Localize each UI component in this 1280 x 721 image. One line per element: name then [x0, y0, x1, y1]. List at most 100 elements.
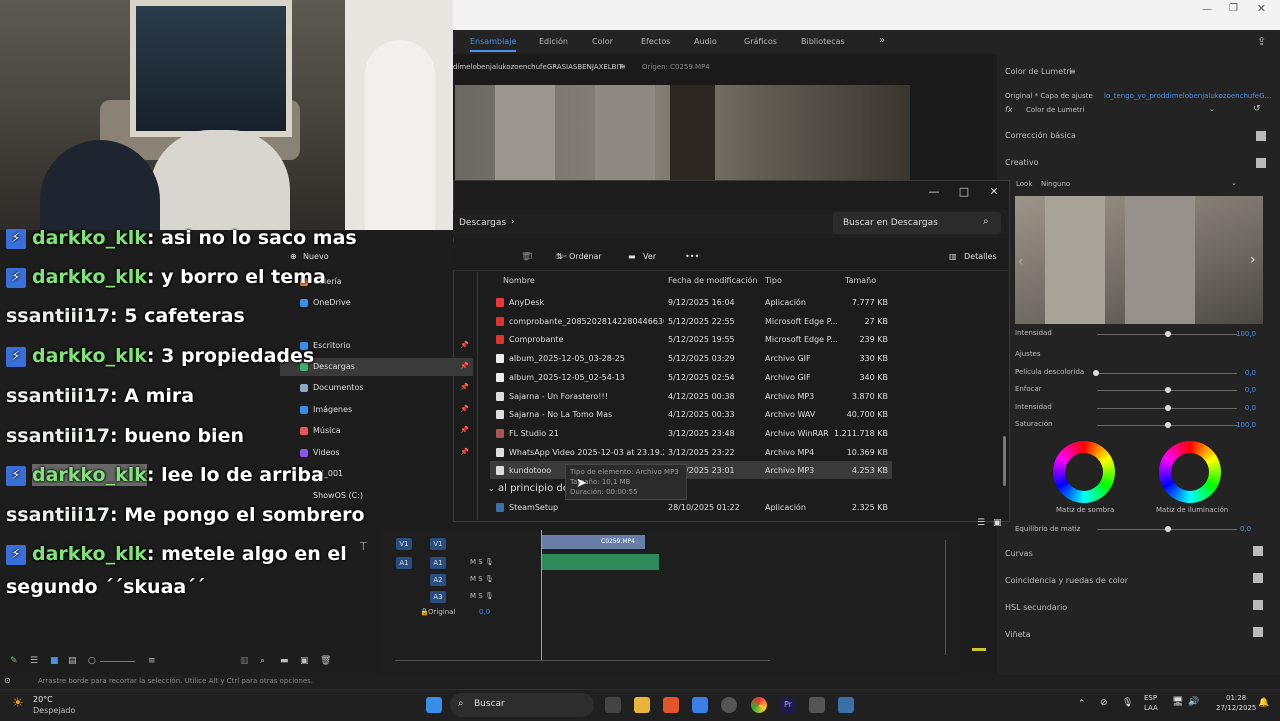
- tab-graficos[interactable]: Gráficos: [744, 37, 777, 46]
- section-checkbox[interactable]: [1253, 573, 1263, 583]
- chevron-right-icon[interactable]: ›: [511, 217, 515, 227]
- view-icon[interactable]: ▬: [628, 252, 636, 261]
- column-header-name[interactable]: Nombre: [503, 276, 535, 285]
- section-basic-checkbox[interactable]: [1256, 131, 1266, 141]
- premiere-icon[interactable]: Pr: [780, 697, 796, 713]
- freeform-icon[interactable]: ▤: [68, 656, 77, 666]
- pin-icon[interactable]: 📌: [460, 405, 469, 413]
- look-select[interactable]: Ninguno: [1041, 180, 1070, 188]
- preview-next-icon[interactable]: ›: [1250, 252, 1256, 268]
- column-header-type[interactable]: Tipo: [765, 276, 782, 285]
- track-v1[interactable]: V1: [396, 538, 412, 550]
- view-button[interactable]: Ver: [643, 252, 656, 261]
- mute-toggles[interactable]: M S 🎙: [470, 558, 494, 566]
- steam-icon[interactable]: [838, 697, 854, 713]
- slider-knob[interactable]: [1165, 422, 1171, 428]
- trash-icon[interactable]: 🗑: [320, 656, 331, 666]
- chevron-down-icon[interactable]: ⌄: [1209, 105, 1215, 113]
- pin-icon[interactable]: 📌: [460, 383, 469, 391]
- sort-button[interactable]: Ordenar: [569, 252, 602, 261]
- track-v1-target[interactable]: V1: [430, 538, 446, 550]
- playhead[interactable]: [541, 530, 542, 660]
- shadow-tint-wheel[interactable]: [1053, 441, 1115, 503]
- panel-menu-icon[interactable]: ≡: [1069, 67, 1076, 76]
- notification-icon[interactable]: 🔔: [1258, 698, 1269, 708]
- slider-knob[interactable]: [1165, 405, 1171, 411]
- slider-vibrance[interactable]: [1097, 405, 1237, 411]
- slider-knob[interactable]: [1093, 370, 1099, 376]
- search-input[interactable]: Buscar en Descargas: [843, 218, 938, 228]
- slider-value[interactable]: 0,0: [1245, 369, 1256, 377]
- maximize-icon[interactable]: ❐: [1229, 3, 1238, 14]
- lang-layout[interactable]: LAA: [1144, 704, 1158, 712]
- slider-knob[interactable]: [1165, 331, 1171, 337]
- section-checkbox[interactable]: [1253, 546, 1263, 556]
- file-row[interactable]: comprobante_2085202814228044663086S... 5…: [490, 312, 892, 330]
- source-label[interactable]: Origen: C0259.MP4: [642, 63, 710, 71]
- slider-value[interactable]: 0,0: [1245, 404, 1256, 412]
- fx-label[interactable]: Color de Lumetri: [1026, 106, 1084, 114]
- pin-icon[interactable]: 📌: [460, 341, 469, 349]
- wifi-off-icon[interactable]: ⊘: [1100, 698, 1108, 708]
- column-header-size[interactable]: Tamaño: [845, 276, 876, 285]
- list-icon[interactable]: ☰: [30, 656, 38, 666]
- share-icon[interactable]: ⇪: [1257, 35, 1266, 48]
- tab-efectos[interactable]: Efectos: [641, 37, 670, 46]
- network-icon[interactable]: 🖥: [1172, 697, 1183, 707]
- mic-icon[interactable]: 🎙: [1122, 698, 1133, 708]
- clock-time[interactable]: 01:28: [1226, 694, 1246, 702]
- delete-icon[interactable]: 🗑: [521, 252, 531, 261]
- new-item-icon[interactable]: ▣: [300, 656, 309, 666]
- highlight-tint-wheel[interactable]: [1159, 441, 1221, 503]
- column-header-date[interactable]: Fecha de modificación: [668, 276, 757, 285]
- zoom-scrollbar[interactable]: [395, 660, 770, 661]
- track-a3[interactable]: A3: [430, 591, 446, 603]
- balance-slider[interactable]: [1097, 526, 1237, 532]
- lang-code[interactable]: ESP: [1144, 694, 1157, 702]
- section-vignette[interactable]: Viñeta: [1005, 630, 1031, 639]
- mute-toggles[interactable]: M S 🎙: [470, 592, 494, 600]
- chrome-icon[interactable]: [751, 697, 767, 713]
- grid-icon[interactable]: ■: [50, 656, 59, 666]
- file-row[interactable]: album_2025-12-05_03-28-25 5/12/2025 03:2…: [490, 349, 892, 367]
- close-icon[interactable]: ✕: [1257, 2, 1266, 15]
- clock-date[interactable]: 27/12/2025: [1216, 704, 1256, 712]
- slider-value[interactable]: 100,0: [1236, 421, 1256, 429]
- weather-icon[interactable]: ☀: [12, 696, 24, 711]
- pin-icon[interactable]: 📌: [460, 426, 469, 434]
- file-row[interactable]: album_2025-12-05_02-54-13 5/12/2025 02:5…: [490, 368, 892, 386]
- tab-audio[interactable]: Audio: [694, 37, 717, 46]
- list-view-icon[interactable]: ☰: [977, 518, 985, 528]
- slider-sharpen[interactable]: [1097, 387, 1237, 393]
- search-icon[interactable]: ⌕: [983, 216, 989, 227]
- section-color-match[interactable]: Coincidencia y ruedas de color: [1005, 576, 1128, 585]
- section-creative-checkbox[interactable]: [1256, 158, 1266, 168]
- group-chevron-icon[interactable]: ⌄: [488, 484, 495, 493]
- zoom-circle-icon[interactable]: ○: [88, 656, 96, 666]
- store-icon[interactable]: [692, 697, 708, 713]
- details-icon[interactable]: ▥: [949, 252, 957, 261]
- more-options-icon[interactable]: •••: [685, 252, 699, 261]
- file-row[interactable]: Sajarna - Un Forastero!!! 4/12/2025 00:3…: [490, 387, 892, 405]
- automate-icon[interactable]: ▥: [240, 656, 249, 666]
- task-view-icon[interactable]: [605, 697, 621, 713]
- minimize-icon[interactable]: —: [924, 185, 944, 201]
- scrollbar-thumb[interactable]: [1003, 436, 1006, 486]
- slider-intensity[interactable]: [1097, 331, 1237, 337]
- target-label[interactable]: Original * Capa de ajuste: [1005, 92, 1093, 100]
- breadcrumb[interactable]: Descargas: [459, 218, 506, 228]
- file-row[interactable]: Sajarna - No La Tomo Mas 4/12/2025 00:33…: [490, 405, 892, 423]
- file-row[interactable]: AnyDesk 9/12/2025 16:04 Aplicación 7.777…: [490, 293, 892, 311]
- track-a2[interactable]: A2: [430, 574, 446, 586]
- search-box[interactable]: Buscar en Descargas ⌕: [833, 212, 1001, 234]
- sort-icon[interactable]: ⇅: [556, 252, 563, 261]
- slider-knob[interactable]: [1165, 526, 1171, 532]
- chevron-up-icon[interactable]: ⌃: [1078, 699, 1086, 709]
- tab-edicion[interactable]: Edición: [539, 37, 568, 46]
- pin-icon[interactable]: 📌: [460, 448, 469, 456]
- app-icon[interactable]: [809, 697, 825, 713]
- reset-icon[interactable]: ↺: [1253, 104, 1261, 114]
- tiles-view-icon[interactable]: ▣: [993, 518, 1002, 528]
- preview-prev-icon[interactable]: ‹: [1018, 254, 1024, 270]
- file-row[interactable]: Comprobante 5/12/2025 19:55 Microsoft Ed…: [490, 330, 892, 348]
